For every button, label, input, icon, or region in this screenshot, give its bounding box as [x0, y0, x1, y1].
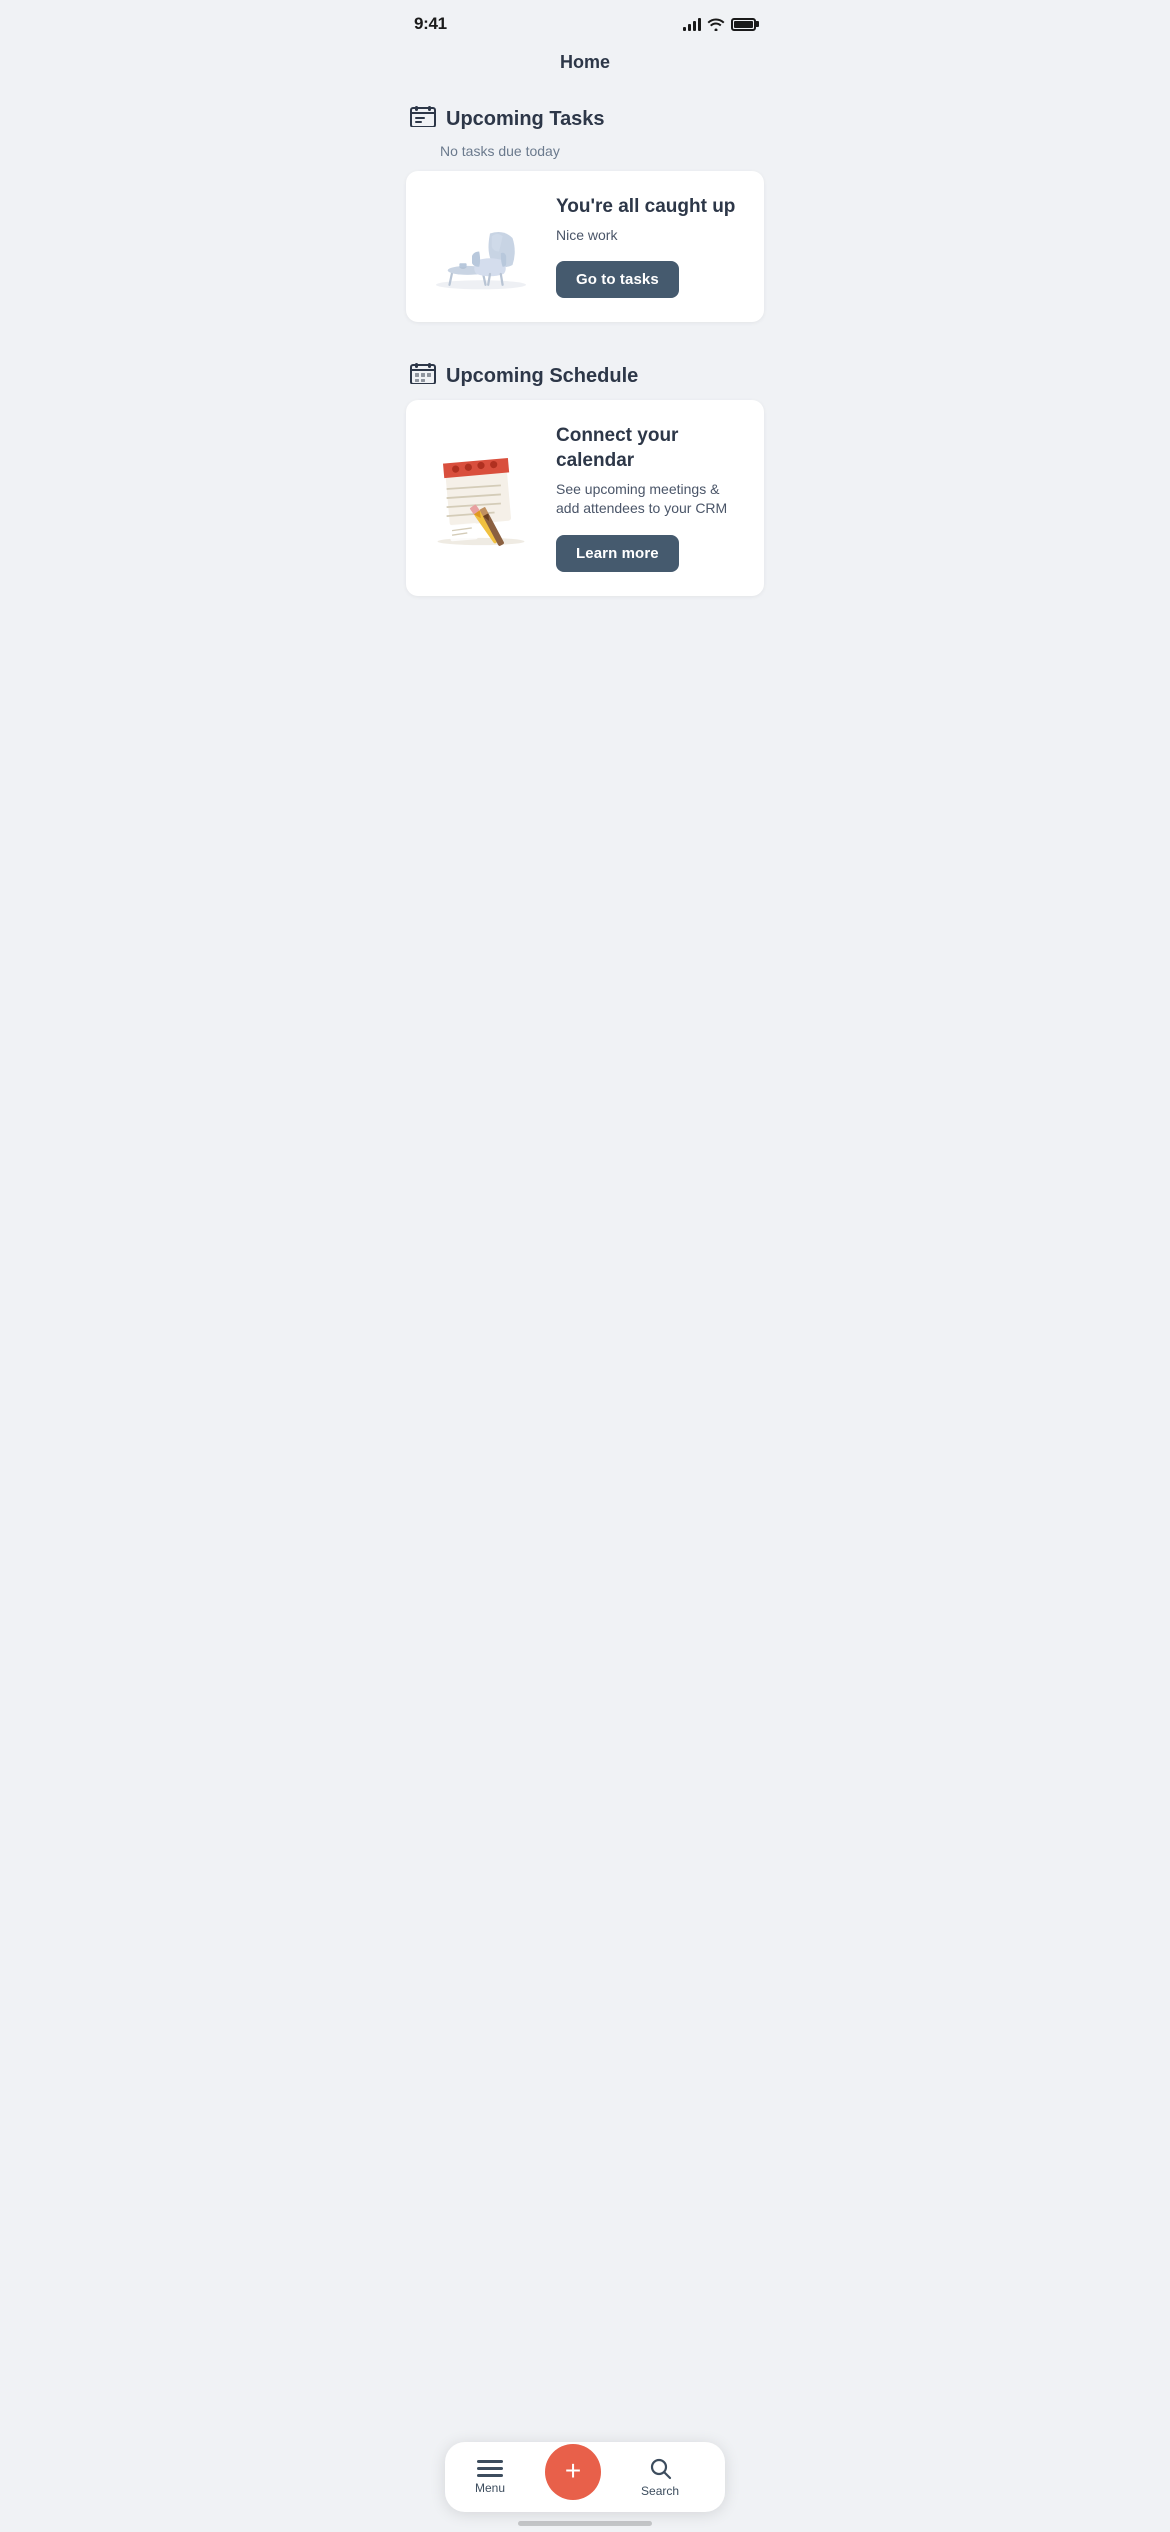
schedule-card-description: See upcoming meetings & add attendees to…	[556, 480, 744, 519]
schedule-card: Connect your calendar See upcoming meeti…	[406, 400, 764, 596]
lounge-illustration	[426, 202, 536, 292]
tasks-card: You're all caught up Nice work Go to tas…	[406, 171, 764, 322]
upcoming-tasks-section: Upcoming Tasks No tasks due today	[390, 89, 780, 322]
tasks-card-content: You're all caught up Nice work Go to tas…	[426, 195, 744, 298]
bottom-nav: Menu + Search	[445, 2442, 725, 2512]
go-to-tasks-button[interactable]: Go to tasks	[556, 261, 679, 298]
tasks-section-subtitle: No tasks due today	[390, 143, 780, 171]
add-icon: +	[565, 2457, 581, 2485]
wifi-icon	[707, 17, 725, 31]
search-label: Search	[641, 2484, 679, 2498]
schedule-section-title: Upcoming Schedule	[446, 365, 638, 388]
schedule-card-content: Connect your calendar See upcoming meeti…	[426, 424, 744, 572]
add-button[interactable]: +	[545, 2444, 601, 2500]
schedule-icon	[410, 362, 436, 390]
menu-nav-item[interactable]: Menu	[475, 2460, 505, 2495]
search-nav-item[interactable]: Search	[641, 2456, 679, 2498]
menu-icon	[477, 2460, 503, 2477]
home-indicator	[518, 2521, 652, 2526]
page-title: Home	[390, 42, 780, 89]
signal-bars-icon	[683, 17, 701, 31]
tasks-icon	[410, 105, 436, 133]
tasks-card-description: Nice work	[556, 226, 744, 246]
schedule-card-heading: Connect your calendar	[556, 424, 744, 473]
tasks-card-heading: You're all caught up	[556, 195, 744, 220]
tasks-card-text: You're all caught up Nice work Go to tas…	[556, 195, 744, 298]
status-icons	[683, 17, 756, 31]
tasks-section-title: Upcoming Tasks	[446, 108, 605, 131]
calendar-illustration	[426, 453, 536, 543]
battery-icon	[731, 18, 756, 31]
status-time: 9:41	[414, 14, 447, 34]
tasks-section-header: Upcoming Tasks	[390, 89, 780, 143]
learn-more-button[interactable]: Learn more	[556, 535, 679, 572]
status-bar: 9:41	[390, 0, 780, 42]
menu-label: Menu	[475, 2481, 505, 2495]
schedule-card-text: Connect your calendar See upcoming meeti…	[556, 424, 744, 572]
upcoming-schedule-section: Upcoming Schedule	[390, 346, 780, 596]
search-icon	[648, 2456, 672, 2480]
schedule-section-header: Upcoming Schedule	[390, 346, 780, 400]
